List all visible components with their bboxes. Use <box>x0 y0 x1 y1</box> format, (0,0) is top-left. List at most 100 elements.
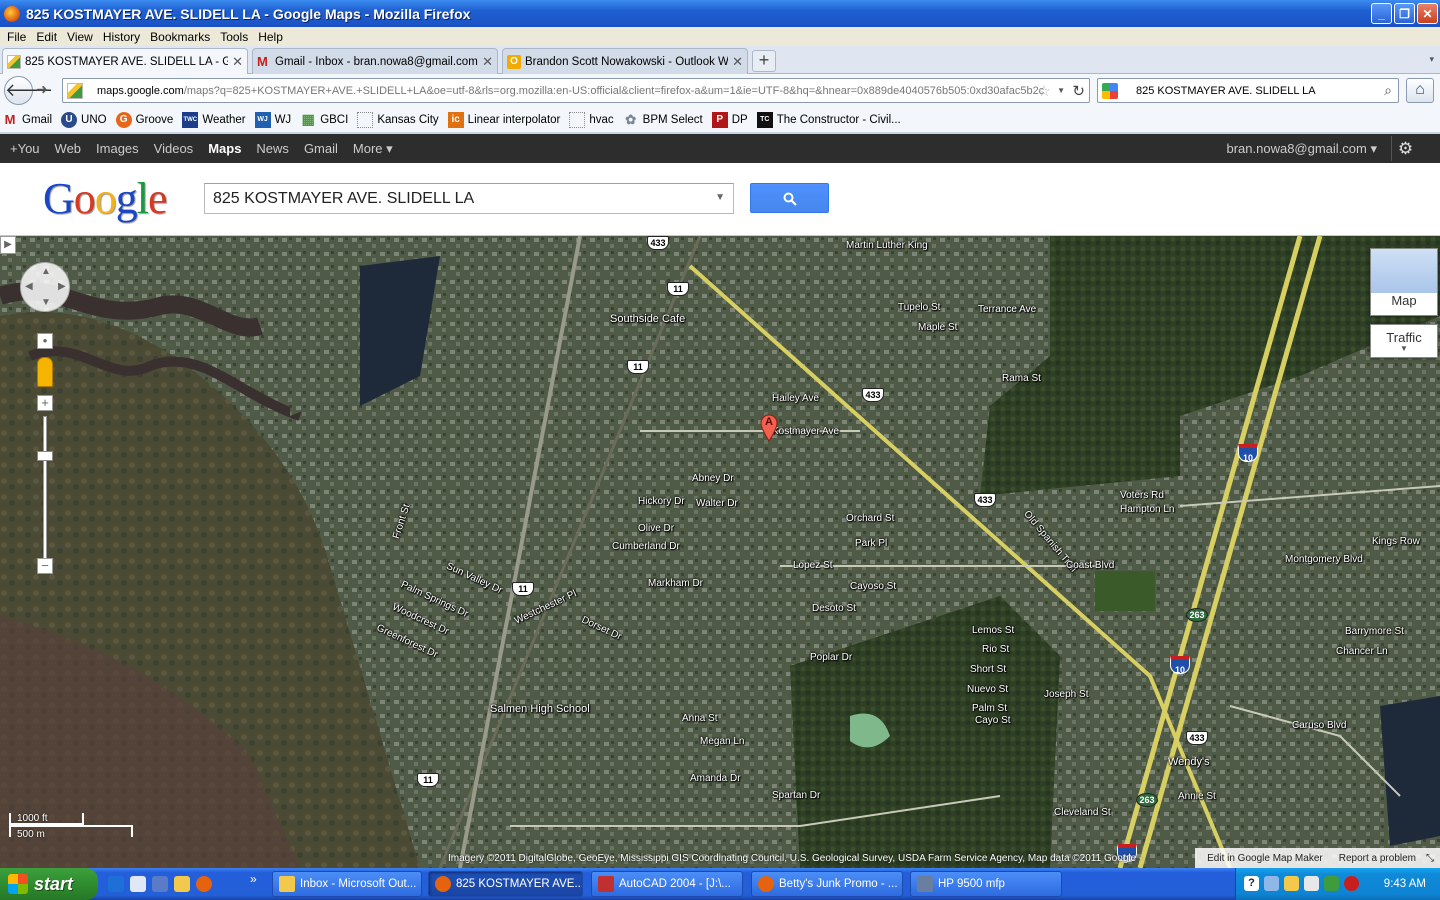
url-history-dropdown-icon[interactable]: ▼ <box>1057 86 1065 95</box>
zoom-slider-track[interactable] <box>43 416 47 566</box>
antivirus-icon[interactable] <box>1344 876 1359 891</box>
bookmark-the-constructor[interactable]: TC The Constructor - Civil... <box>756 111 901 128</box>
internet-explorer-icon[interactable] <box>108 876 124 892</box>
bookmark-uno[interactable]: U UNO <box>61 111 107 128</box>
groove-icon: G <box>115 111 132 128</box>
menu-view[interactable]: View <box>67 30 93 44</box>
help-icon[interactable]: ? <box>1244 876 1259 891</box>
pan-left-icon[interactable]: ◀ <box>25 281 33 292</box>
gear-icon[interactable]: ⚙ <box>1391 136 1419 161</box>
close-window-button[interactable]: ✕ <box>1417 3 1438 24</box>
pan-control[interactable]: ▲ ▼ ◀ ▶ <box>20 262 70 312</box>
menu-edit[interactable]: Edit <box>36 30 57 44</box>
bookmark-linear-interpolator[interactable]: ic Linear interpolator <box>447 111 560 128</box>
tab-gmail[interactable]: M Gmail - Inbox - bran.nowa8@gmail.com ✕ <box>252 48 498 74</box>
firefox-icon[interactable] <box>196 876 212 892</box>
us-route-shield: 433 <box>974 493 996 507</box>
chevron-down-icon[interactable]: ▼ <box>715 192 725 203</box>
close-tab-icon[interactable]: ✕ <box>482 54 493 70</box>
gbar-web[interactable]: Web <box>55 141 82 156</box>
gbar-news[interactable]: News <box>256 141 289 156</box>
edit-in-map-maker-link[interactable]: Edit in Google Map Maker <box>1207 853 1323 864</box>
pan-down-icon[interactable]: ▼ <box>41 297 51 308</box>
url-bar[interactable]: maps.google.com/maps?q=825+KOSTMAYER+AVE… <box>62 78 1090 103</box>
start-button[interactable]: start <box>0 868 98 900</box>
pan-right-icon[interactable]: ▶ <box>58 281 66 292</box>
bookmark-label: UNO <box>81 113 107 126</box>
tab-google-maps[interactable]: 825 KOSTMAYER AVE. SLIDELL LA - Goog... … <box>2 48 248 75</box>
mail-icon[interactable] <box>1284 876 1299 891</box>
bookmark-groove[interactable]: G Groove <box>115 111 173 128</box>
maps-search-input[interactable]: 825 KOSTMAYER AVE. SLIDELL LA ▼ <box>204 183 734 214</box>
menu-tools[interactable]: Tools <box>220 30 248 44</box>
bookmark-hvac[interactable]: hvac <box>569 111 614 128</box>
collapse-panel-button[interactable]: ▶ <box>0 236 16 254</box>
my-location-button[interactable]: • <box>37 333 53 349</box>
bookmark-star-icon[interactable]: ☆ <box>1038 82 1051 100</box>
gbar-videos[interactable]: Videos <box>154 141 194 156</box>
location-marker-a[interactable]: A <box>760 414 778 442</box>
bookmark-gmail[interactable]: M Gmail <box>2 112 52 128</box>
expand-icon[interactable]: ⤡ <box>1426 853 1434 864</box>
scale-feet: 1000 ft <box>17 813 48 824</box>
satellite-imagery <box>0 236 1440 868</box>
back-button[interactable]: 🡐 <box>4 76 53 105</box>
menu-bookmarks[interactable]: Bookmarks <box>150 30 210 44</box>
gbar-you[interactable]: +You <box>10 141 40 156</box>
menu-help[interactable]: Help <box>258 30 283 44</box>
pegman-icon[interactable] <box>37 357 53 387</box>
bookmark-dp[interactable]: P DP <box>711 111 748 128</box>
gbar-gmail[interactable]: Gmail <box>304 141 338 156</box>
minimize-button[interactable]: _ <box>1371 3 1392 24</box>
taskbar-button-autocad[interactable]: AutoCAD 2004 - [J:\... <box>591 871 743 897</box>
page-icon <box>357 111 374 128</box>
restore-button[interactable]: ❐ <box>1394 3 1415 24</box>
zoom-in-button[interactable]: + <box>37 395 53 411</box>
pan-up-icon[interactable]: ▲ <box>41 266 51 277</box>
bookmark-wj[interactable]: WJ WJ <box>254 111 291 128</box>
new-tab-button[interactable]: + <box>752 50 776 72</box>
volume-icon[interactable] <box>1304 876 1319 891</box>
report-a-problem-link[interactable]: Report a problem <box>1339 853 1416 864</box>
account-menu[interactable]: bran.nowa8@gmail.com ▾ <box>1226 141 1377 157</box>
menu-file[interactable]: File <box>7 30 26 44</box>
gbci-icon: ▦ <box>301 111 315 127</box>
zoom-out-button[interactable]: − <box>37 558 53 574</box>
bookmark-kansas-city[interactable]: Kansas City <box>357 111 439 128</box>
map-type-button[interactable]: Map <box>1370 248 1438 316</box>
media-icon[interactable] <box>152 876 168 892</box>
maps-search-button[interactable] <box>750 183 829 213</box>
bookmark-gbci[interactable]: ▦ GBCI <box>300 111 349 128</box>
search-icon[interactable]: ⌕ <box>1384 82 1392 99</box>
close-tab-icon[interactable]: ✕ <box>732 54 743 70</box>
menu-history[interactable]: History <box>103 30 140 44</box>
google-logo[interactable]: Google <box>43 173 168 224</box>
gbar-maps[interactable]: Maps <box>208 141 241 156</box>
tab-outlook[interactable]: O Brandon Scott Nowakowski - Outlook We.… <box>502 48 748 74</box>
browser-search-box[interactable]: 825 KOSTMAYER AVE. SLIDELL LA ⌕ <box>1097 78 1399 103</box>
taskbar-button-outlook[interactable]: Inbox - Microsoft Out... <box>272 871 422 897</box>
forward-button[interactable]: ➜ <box>36 81 48 98</box>
firefox-icon <box>758 876 774 892</box>
outlook-icon[interactable] <box>174 876 190 892</box>
list-all-tabs-icon[interactable]: ▾ <box>1429 54 1434 65</box>
traffic-button[interactable]: Traffic ▼ <box>1370 324 1438 358</box>
google-search-engine-icon[interactable] <box>1102 82 1118 99</box>
reload-icon[interactable]: ↻ <box>1072 82 1085 100</box>
taskbar-button-bettys-junk[interactable]: Betty's Junk Promo - ... <box>751 871 903 897</box>
desktop-icon[interactable] <box>130 876 146 892</box>
bookmark-weather[interactable]: TWC Weather <box>182 111 246 128</box>
home-button[interactable]: ⌂ <box>1406 78 1434 103</box>
zoom-slider-thumb[interactable] <box>37 451 53 461</box>
back-icon[interactable] <box>1264 876 1279 891</box>
network-icon[interactable] <box>1324 876 1339 891</box>
taskbar-button-firefox[interactable]: 825 KOSTMAYER AVE.... <box>428 871 583 897</box>
gbar-more[interactable]: More ▾ <box>353 141 393 157</box>
close-tab-icon[interactable]: ✕ <box>232 54 243 70</box>
taskbar-button-hp-9500[interactable]: HP 9500 mfp <box>910 871 1062 897</box>
satellite-map[interactable]: Kostmayer Ave Hailey Ave Abney Dr Walter… <box>0 236 1440 868</box>
chevron-right-icon[interactable]: » <box>250 872 257 886</box>
bookmark-bpm-select[interactable]: ✿ BPM Select <box>623 112 703 128</box>
gbar-images[interactable]: Images <box>96 141 139 156</box>
system-tray: ? 9:43 AM <box>1235 868 1440 900</box>
